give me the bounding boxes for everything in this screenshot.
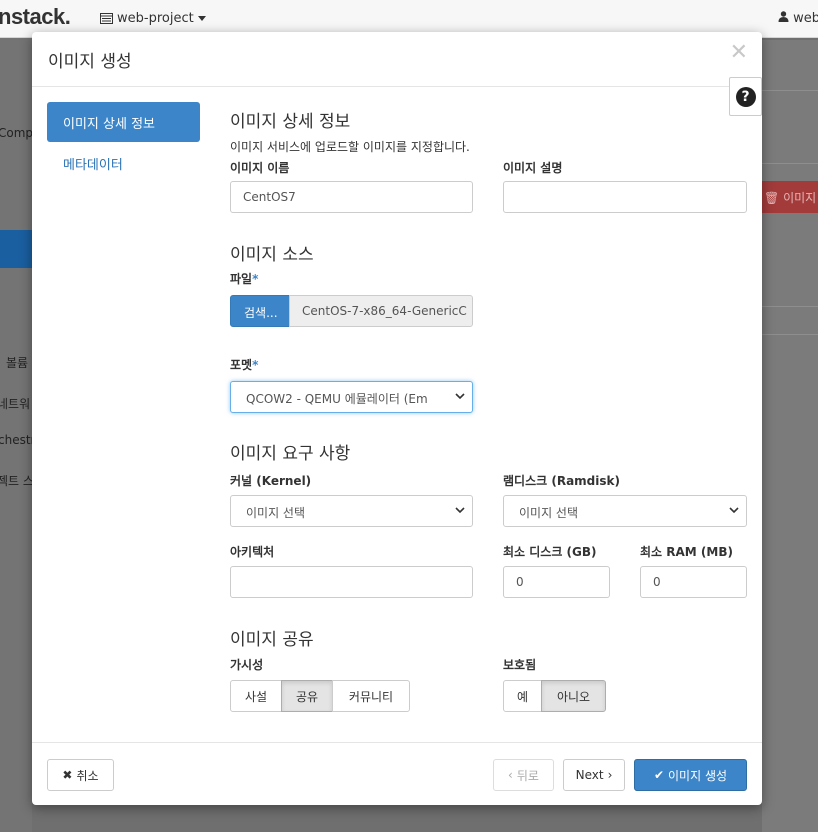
chevron-down-icon: [455, 393, 465, 400]
format-value: QCOW2 - QEMU 에뮬레이터 (Em: [246, 392, 428, 406]
min-disk-label: 최소 디스크 (GB): [503, 545, 597, 559]
sidebar-item-volume: 볼륨: [6, 356, 29, 370]
chevron-down-icon: [729, 507, 739, 514]
image-name-label: 이미지 이름: [230, 161, 290, 175]
nav-item-metadata[interactable]: 메타데이터: [63, 154, 123, 173]
visibility-toggle: 사설 공유 커뮤니티: [230, 680, 410, 712]
delete-image-button: 🗑 이미지: [762, 181, 818, 213]
section-requirements-heading: 이미지 요구 사항: [230, 444, 351, 464]
ramdisk-label: 램디스크 (Ramdisk): [503, 474, 620, 488]
close-icon: ✖: [62, 768, 73, 782]
file-label: 파일*: [230, 272, 259, 286]
create-image-button[interactable]: ✔ 이미지 생성: [634, 759, 747, 791]
question-icon: ?: [735, 86, 756, 107]
project-selector[interactable]: web-project: [100, 11, 206, 26]
required-mark: *: [252, 358, 259, 372]
protected-no-button[interactable]: 아니오: [541, 680, 606, 712]
image-description-input[interactable]: [503, 181, 747, 213]
visibility-shared-button[interactable]: 공유: [281, 680, 333, 712]
user-menu[interactable]: web: [778, 11, 818, 26]
brand-logo: nstack.: [0, 4, 71, 29]
sidebar-item-object-store: 젝트 스: [0, 474, 34, 488]
format-select[interactable]: QCOW2 - QEMU 에뮬레이터 (Em: [230, 381, 473, 413]
min-ram-label: 최소 RAM (MB): [640, 545, 733, 559]
check-icon: ✔: [653, 768, 665, 782]
background-content: [762, 40, 818, 832]
architecture-label: 아키텍처: [230, 545, 275, 559]
section-sharing-heading: 이미지 공유: [230, 630, 314, 650]
user-icon: [778, 11, 789, 22]
protected-yes-button[interactable]: 예: [503, 680, 542, 712]
protected-toggle: 예 아니오: [503, 680, 606, 712]
nav-item-details[interactable]: 이미지 상세 정보: [47, 102, 200, 142]
trash-icon: 🗑: [764, 191, 780, 205]
sidebar-item-network: 네트워: [0, 397, 31, 411]
visibility-community-button[interactable]: 커뮤니티: [332, 680, 410, 712]
create-image-modal: 이미지 생성 ✕ ? 이미지 상세 정보 메타데이터 이미지 상세 정보 이미지…: [32, 32, 762, 805]
image-description-label: 이미지 설명: [503, 161, 563, 175]
project-name: web-project: [117, 11, 194, 26]
kernel-value: 이미지 선택: [246, 506, 306, 520]
details-help-text: 이미지 서비스에 업로드할 이미지를 지정합니다.: [230, 140, 470, 154]
min-disk-input[interactable]: 0: [503, 566, 610, 598]
modal-header: 이미지 생성 ✕: [32, 32, 762, 87]
format-label: 포멧*: [230, 358, 259, 372]
protected-label: 보호됨: [503, 658, 537, 672]
close-icon[interactable]: ✕: [730, 42, 748, 64]
visibility-private-button[interactable]: 사설: [230, 680, 282, 712]
ramdisk-select[interactable]: 이미지 선택: [503, 495, 747, 527]
cancel-button[interactable]: ✖ 취소: [47, 759, 114, 791]
ramdisk-value: 이미지 선택: [519, 506, 579, 520]
browse-button[interactable]: 검색...: [230, 295, 290, 327]
kernel-select[interactable]: 이미지 선택: [230, 495, 473, 527]
caret-down-icon: [197, 16, 206, 21]
back-button[interactable]: ‹ 뒤로: [493, 759, 554, 791]
image-name-input[interactable]: CentOS7: [230, 181, 473, 213]
next-button[interactable]: Next ›: [563, 759, 625, 791]
section-source-heading: 이미지 소스: [230, 245, 314, 265]
visibility-label: 가시성: [230, 658, 264, 672]
user-name: web: [793, 11, 818, 26]
modal-title: 이미지 생성: [48, 52, 132, 72]
section-details-heading: 이미지 상세 정보: [230, 112, 351, 132]
min-ram-input[interactable]: 0: [640, 566, 747, 598]
file-name-field: CentOS-7-x86_64-GenericC: [289, 295, 473, 327]
chevron-left-icon: ‹: [508, 768, 513, 782]
chevron-down-icon: [455, 507, 465, 514]
required-mark: *: [252, 272, 259, 286]
sidebar-active-item: [0, 230, 32, 268]
project-icon: [100, 13, 113, 24]
modal-footer: ✖ 취소 ‹ 뒤로 Next › ✔ 이미지 생성: [32, 742, 762, 805]
kernel-label: 커널 (Kernel): [230, 474, 312, 488]
architecture-input[interactable]: [230, 566, 473, 598]
chevron-right-icon: ›: [607, 768, 613, 782]
help-button[interactable]: ?: [729, 77, 762, 116]
